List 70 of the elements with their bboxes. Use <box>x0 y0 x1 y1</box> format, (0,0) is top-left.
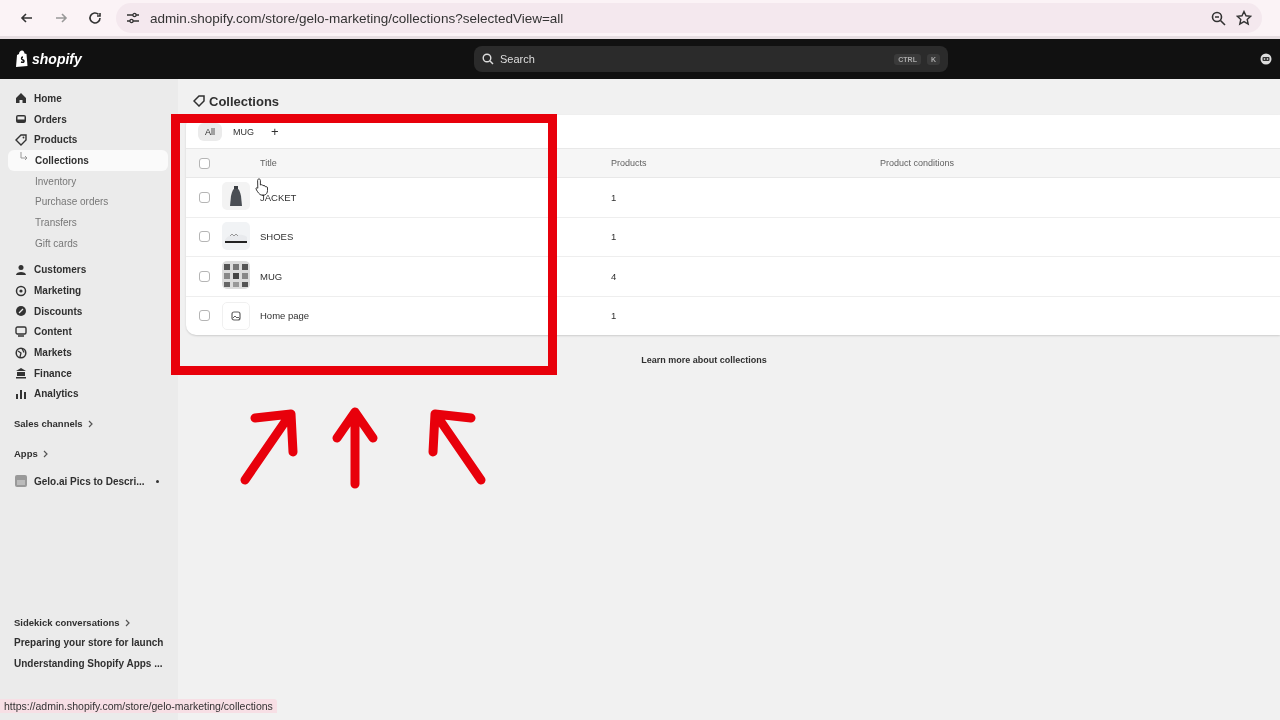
nav-item[interactable]: Analytics <box>8 383 168 405</box>
bank-icon <box>15 367 27 380</box>
row-checkbox[interactable] <box>198 310 210 322</box>
sidekick-conversations-link[interactable]: Sidekick conversations <box>8 617 168 628</box>
view-tab[interactable]: MUG <box>226 122 261 141</box>
person-icon <box>15 263 27 276</box>
bar-chart-icon <box>15 387 27 400</box>
assistant-icon[interactable] <box>1260 53 1272 65</box>
collection-title[interactable]: JACKET <box>260 191 611 203</box>
home-icon <box>15 92 27 105</box>
nav-item[interactable]: Content <box>8 321 168 343</box>
zoom-out-icon[interactable] <box>1211 10 1226 26</box>
tree-connector-icon <box>20 152 28 162</box>
row-checkbox[interactable] <box>198 191 210 203</box>
tag-icon <box>15 133 27 146</box>
apps-link[interactable]: Apps <box>8 448 168 460</box>
back-icon[interactable] <box>19 11 35 25</box>
column-header[interactable]: Title <box>260 158 611 168</box>
row-checkbox[interactable] <box>198 270 210 282</box>
nav-item[interactable]: Markets <box>8 342 168 363</box>
search-icon <box>482 53 494 65</box>
learn-more-link[interactable]: Learn more about collections <box>641 355 767 365</box>
nav-item[interactable]: Home <box>8 88 168 109</box>
nav-item[interactable]: Products <box>8 129 168 151</box>
nav-item[interactable]: Discounts <box>8 300 168 322</box>
star-icon[interactable] <box>1236 10 1252 26</box>
site-settings-icon[interactable] <box>126 11 140 25</box>
collection-title[interactable]: SHOES <box>260 231 611 243</box>
add-view-button[interactable]: + <box>265 124 285 139</box>
nav-item[interactable]: Finance <box>8 362 168 384</box>
page-title: Collections <box>209 93 280 109</box>
forward-icon[interactable] <box>53 11 69 25</box>
nav-subitem[interactable]: Collections <box>8 150 168 171</box>
select-all-checkbox[interactable] <box>198 157 210 169</box>
nav-subitem[interactable]: Inventory <box>8 170 168 192</box>
sales-channels-link[interactable]: Sales channels <box>8 418 168 430</box>
collection-title[interactable]: MUG <box>260 270 611 282</box>
nav-item[interactable]: Orders <box>8 108 168 130</box>
collection-title[interactable]: Home page <box>260 310 611 322</box>
nav-item[interactable]: Customers <box>8 259 168 281</box>
conversation-link[interactable]: Preparing your store for launch <box>8 632 168 653</box>
product-count: 1 <box>611 231 618 243</box>
tag-icon <box>193 95 205 107</box>
discount-icon <box>15 305 27 318</box>
app-icon <box>15 475 27 488</box>
nav-subitem[interactable]: Transfers <box>8 212 168 233</box>
target-icon <box>15 284 27 297</box>
monitor-icon <box>15 325 27 338</box>
nav-subitem[interactable]: Gift cards <box>8 232 168 254</box>
search-placeholder: Search <box>500 53 536 65</box>
product-count: 1 <box>611 191 618 203</box>
nav-item[interactable]: Marketing <box>8 280 168 301</box>
image-icon <box>231 310 241 321</box>
app-item[interactable]: Gelo.ai Pics to Descri... <box>8 475 168 488</box>
chevron-right-icon <box>42 449 49 458</box>
shopify-logo[interactable]: shopify <box>32 51 82 67</box>
nav-subitem[interactable]: Purchase orders <box>8 191 168 213</box>
chevron-right-icon <box>87 419 94 428</box>
column-header[interactable]: Product conditions <box>880 158 1280 168</box>
product-count: 4 <box>611 270 618 282</box>
conversation-link[interactable]: Understanding Shopify Apps ... <box>8 653 168 674</box>
row-checkbox[interactable] <box>198 231 210 243</box>
status-url: https://admin.shopify.com/store/gelo-marketing/collections <box>4 700 273 712</box>
column-header[interactable]: Products <box>611 158 880 168</box>
chevron-right-icon <box>124 618 131 627</box>
shopping-bag-icon <box>14 50 29 68</box>
globe-icon <box>15 346 27 359</box>
product-count: 1 <box>611 310 618 322</box>
inbox-icon <box>15 113 27 126</box>
reload-icon[interactable] <box>88 11 102 25</box>
